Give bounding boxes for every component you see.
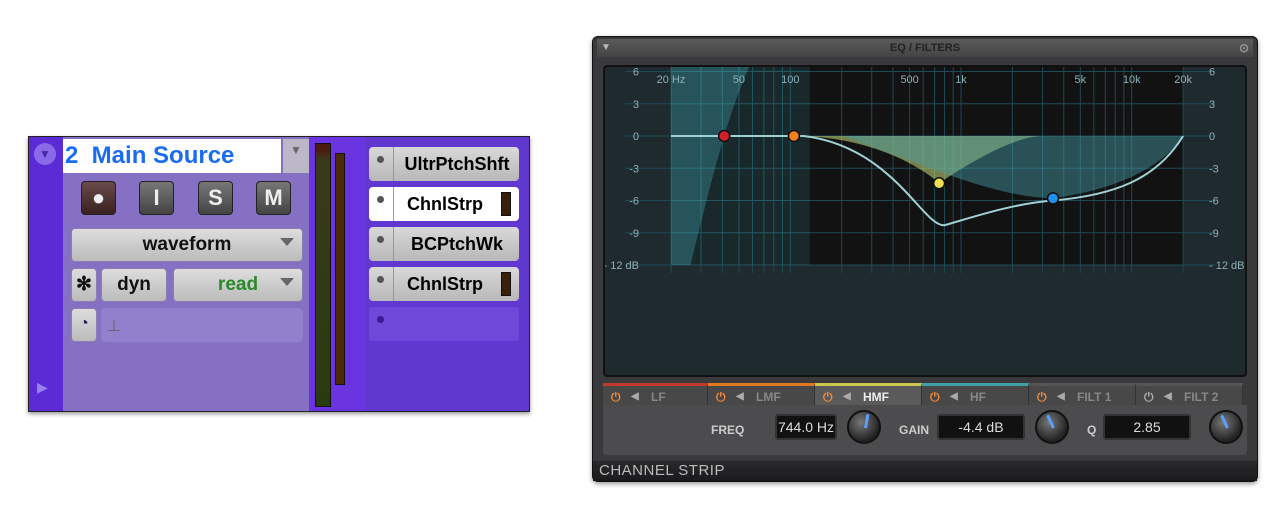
clock-icon[interactable]: ◔: [71, 308, 97, 342]
plugin-footer-title: CHANNEL STRIP: [593, 461, 1257, 481]
db-tick-label-left: -9: [629, 228, 639, 240]
level-meters: [315, 143, 345, 407]
freq-tick-label: 1k: [955, 74, 967, 86]
db-tick-label-right: 0: [1209, 131, 1215, 143]
insert-label: ChnlStrp: [407, 194, 483, 214]
eq-node-lmf[interactable]: [787, 129, 801, 143]
track-left-strip: ▼ ▶: [29, 137, 63, 411]
gain-field[interactable]: -4.4 dB: [937, 414, 1025, 440]
q-field[interactable]: 2.85: [1103, 414, 1191, 440]
eq-node-lf[interactable]: [717, 129, 731, 143]
db-tick-label-left: -6: [629, 196, 639, 208]
eq-graph-svg[interactable]: 20 Hz501005001k5k10k20k+12+1299663300-3-…: [604, 0, 1245, 375]
track-controls: 2 Main Source ▼ ● I S M waveform ✻ dyn r…: [63, 137, 309, 411]
eq-section-header: ▼ EQ / FILTERS ⊙: [597, 39, 1253, 57]
mute-button[interactable]: M: [256, 181, 291, 215]
meter-right: [335, 153, 345, 385]
solo-button[interactable]: S: [198, 181, 233, 215]
eq-section-title: EQ / FILTERS: [889, 42, 961, 54]
insert-slot[interactable]: BCPtchWk: [369, 227, 519, 261]
db-tick-label-right: -3: [1209, 163, 1219, 175]
freq-knob[interactable]: [847, 410, 881, 444]
insert-slot[interactable]: UltrPtchShft: [369, 147, 519, 181]
band-tab-filt-2[interactable]: ⏻ ◀ FILT 2: [1136, 383, 1243, 405]
freq-tick-label: 5k: [1075, 74, 1087, 86]
filter-shade: [671, 7, 810, 265]
insert-slot[interactable]: ChnlStrp: [369, 187, 519, 221]
freq-tick-label: 50: [733, 74, 745, 86]
band-parameters: FREQ 744.0 Hz GAIN -4.4 dB Q 2.85: [603, 405, 1247, 455]
automation-mode-value: read: [217, 274, 259, 295]
band-tab-hf[interactable]: ⏻ ◀ HF: [922, 383, 1029, 405]
collapse-track-button[interactable]: ▼: [34, 143, 56, 165]
db-tick-label-right: 3: [1209, 99, 1215, 111]
freq-tick-label: 20k: [1174, 74, 1192, 86]
band-tab-hmf[interactable]: ⏻ ◀ HMF: [815, 383, 922, 405]
freq-field[interactable]: 744.0 Hz: [775, 414, 837, 440]
menu-icon[interactable]: ⊙: [1239, 39, 1249, 57]
input-monitor-button[interactable]: I: [139, 181, 174, 215]
db-tick-label-right: - 12 dB: [1209, 260, 1244, 272]
db-tick-label-left: 0: [633, 131, 639, 143]
track-panel: ▼ ▶ 2 Main Source ▼ ● I S M waveform ✻ d…: [28, 136, 530, 412]
freq-tick-label: 500: [900, 74, 918, 86]
db-tick-label-left: 3: [633, 99, 639, 111]
eq-node-hf[interactable]: [1046, 192, 1060, 205]
freq-label: FREQ: [711, 423, 745, 437]
timebase-area: ⊥: [101, 308, 303, 342]
eq-graph[interactable]: 20 Hz501005001k5k10k20k+12+1299663300-3-…: [603, 0, 1247, 377]
band-tab-filt-1[interactable]: ⏻ ◀ FILT 1: [1029, 383, 1136, 405]
db-tick-label-left: - 12 dB: [605, 260, 639, 272]
db-tick-label-right: -6: [1209, 196, 1219, 208]
track-view-select[interactable]: waveform: [71, 228, 303, 262]
db-tick-label-left: 6: [633, 67, 639, 79]
insert-slot-empty[interactable]: [369, 307, 519, 341]
track-name-dropdown[interactable]: ▼: [283, 139, 309, 173]
gain-knob[interactable]: [1035, 410, 1069, 444]
pitch-icon: ⊥: [107, 318, 121, 335]
inserts-area: UltrPtchShft ChnlStrp BCPtchWk ChnlStrp: [365, 137, 529, 411]
insert-label: ChnlStrp: [407, 274, 483, 294]
db-tick-label-left: -3: [629, 163, 639, 175]
freq-tick-label: 10k: [1123, 74, 1141, 86]
gain-label: GAIN: [899, 423, 929, 437]
eq-node-hmf[interactable]: [932, 177, 946, 190]
collapse-icon[interactable]: ▼: [601, 39, 611, 57]
insert-label: UltrPtchShft: [404, 154, 510, 174]
meter-left: [315, 143, 331, 407]
automation-icon[interactable]: ✻: [71, 268, 97, 302]
expand-arrow-icon[interactable]: ▶: [37, 379, 48, 396]
q-label: Q: [1087, 423, 1097, 437]
insert-label: BCPtchWk: [410, 234, 503, 254]
freq-tick-label: 100: [781, 74, 799, 86]
band-tab-lmf[interactable]: ⏻ ◀ LMF: [708, 383, 815, 405]
insert-slot[interactable]: ChnlStrp: [369, 267, 519, 301]
db-tick-label-right: 6: [1209, 67, 1215, 79]
record-button[interactable]: ●: [81, 181, 116, 215]
track-name[interactable]: 2 Main Source: [63, 139, 281, 173]
track-view-value: waveform: [142, 234, 232, 255]
automation-mode-select[interactable]: read: [173, 268, 303, 302]
freq-tick-label: 20 Hz: [657, 74, 686, 86]
dyn-button[interactable]: dyn: [101, 268, 167, 302]
channel-strip-plugin: ▼ EQ / FILTERS ⊙ 20 Hz 50 100 500 1k 5k 10k 20k…: [592, 0, 1258, 482]
q-knob[interactable]: [1209, 410, 1243, 444]
db-tick-label-right: -9: [1209, 228, 1219, 240]
band-tab-lf[interactable]: ⏻ ◀ LF: [603, 383, 708, 405]
